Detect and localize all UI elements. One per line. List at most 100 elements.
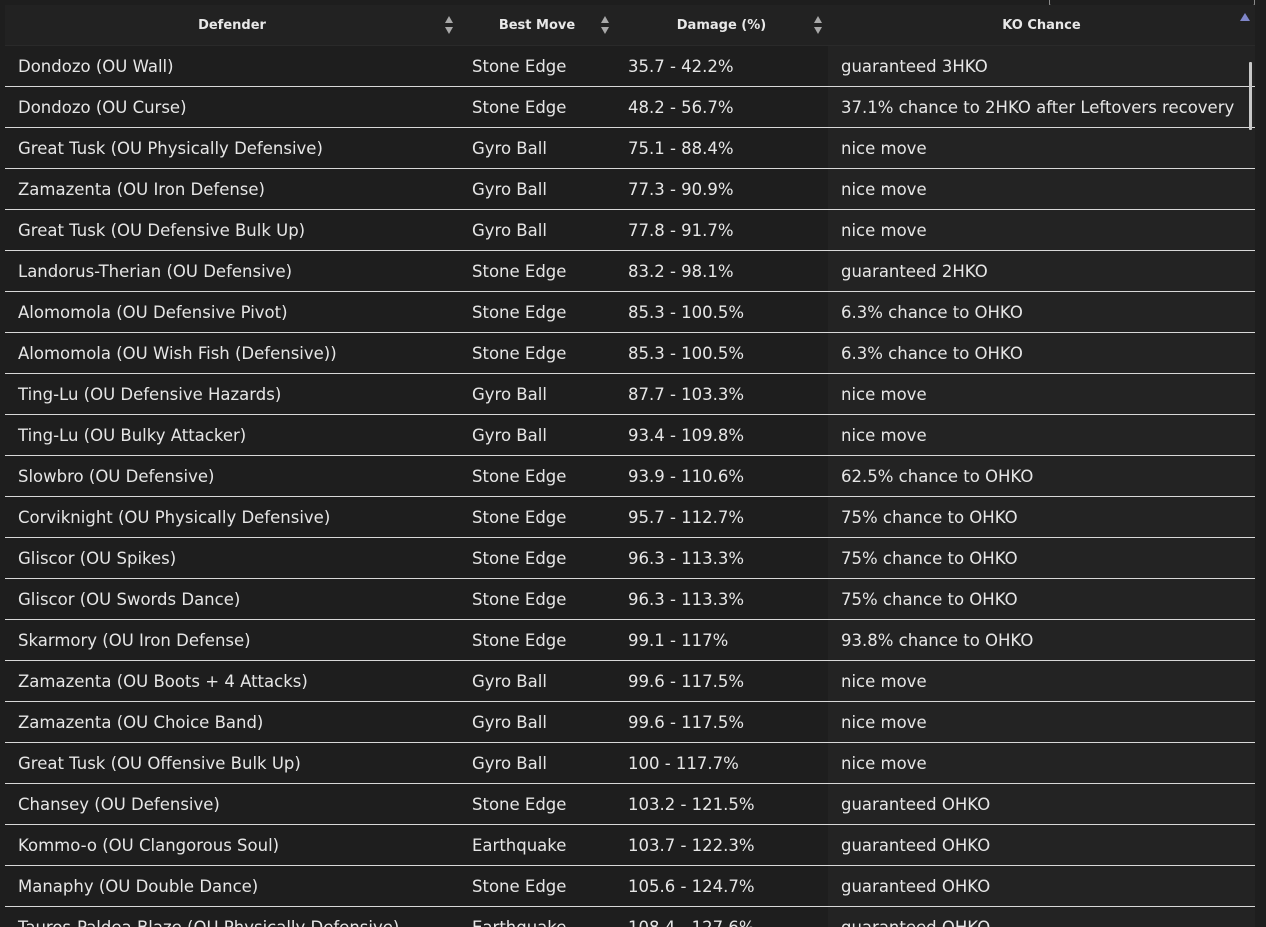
ko-chance-cell: nice move	[828, 373, 1255, 415]
ko-chance-cell: nice move	[828, 209, 1255, 251]
ko-chance-cell: 62.5% chance to OHKO	[828, 455, 1255, 497]
table-row: Tauros-Paldea-Blaze (OU Physically Defen…	[5, 906, 1255, 927]
ko-chance-cell: 75% chance to OHKO	[828, 496, 1255, 538]
defender-cell: Landorus-Therian (OU Defensive)	[5, 250, 459, 292]
ko-chance-cell: nice move	[828, 414, 1255, 456]
ko-chance-cell: guaranteed OHKO	[828, 906, 1255, 927]
best-move-cell: Stone Edge	[459, 865, 615, 907]
table-row: Corviknight (OU Physically Defensive) Sto…	[5, 496, 1255, 538]
defender-cell: Manaphy (OU Double Dance)	[5, 865, 459, 907]
table-row: Kommo-o (OU Clangorous Soul) Earthquake 10…	[5, 824, 1255, 866]
ko-chance-cell: 75% chance to OHKO	[828, 578, 1255, 620]
table-row: Gliscor (OU Swords Dance) Stone Edge 96.3 …	[5, 578, 1255, 620]
column-header-label: KO Chance	[1002, 17, 1081, 33]
damage-cell: 93.4 - 109.8%	[615, 414, 828, 456]
defender-cell: Alomomola (OU Wish Fish (Defensive))	[5, 332, 459, 374]
sort-asc-icon[interactable]	[1240, 13, 1250, 21]
table-row: Great Tusk (OU Physically Defensive) Gyro…	[5, 127, 1255, 169]
best-move-cell: Gyro Ball	[459, 660, 615, 702]
defender-cell: Ting-Lu (OU Bulky Attacker)	[5, 414, 459, 456]
header-row: Defender Best Move Damage (%) KO Chance	[5, 5, 1255, 46]
damage-cell: 85.3 - 100.5%	[615, 332, 828, 374]
ko-chance-cell: 6.3% chance to OHKO	[828, 291, 1255, 333]
best-move-cell: Gyro Ball	[459, 414, 615, 456]
table-row: Dondozo (OU Curse) Stone Edge 48.2 - 56.7%…	[5, 86, 1255, 128]
scrollbar-thumb[interactable]	[1249, 62, 1252, 130]
ko-chance-cell: 75% chance to OHKO	[828, 537, 1255, 579]
column-header-label: Damage (%)	[676, 17, 767, 33]
defender-cell: Great Tusk (OU Physically Defensive)	[5, 127, 459, 169]
damage-cell: 99.1 - 117%	[615, 619, 828, 661]
defender-cell: Great Tusk (OU Offensive Bulk Up)	[5, 742, 459, 784]
sort-both-icon[interactable]	[814, 16, 822, 34]
best-move-cell: Gyro Ball	[459, 127, 615, 169]
table-row: Dondozo (OU Wall) Stone Edge 35.7 - 42.2% g…	[5, 45, 1255, 87]
column-header-damage[interactable]: Damage (%)	[615, 5, 828, 46]
column-header-ko-chance[interactable]: KO Chance	[828, 5, 1255, 46]
best-move-cell: Stone Edge	[459, 250, 615, 292]
ko-chance-cell: nice move	[828, 127, 1255, 169]
best-move-cell: Gyro Ball	[459, 209, 615, 251]
column-header-label: Defender	[198, 17, 266, 33]
best-move-cell: Stone Edge	[459, 332, 615, 374]
best-move-cell: Stone Edge	[459, 455, 615, 497]
damage-cell: 35.7 - 42.2%	[615, 45, 828, 87]
defender-cell: Gliscor (OU Swords Dance)	[5, 578, 459, 620]
defender-cell: Dondozo (OU Curse)	[5, 86, 459, 128]
table-row: Zamazenta (OU Choice Band) Gyro Ball 99.6 …	[5, 701, 1255, 743]
calc-results-panel: Defender Best Move Damage (%) KO Chance …	[0, 0, 1266, 927]
ko-chance-cell: 6.3% chance to OHKO	[828, 332, 1255, 374]
column-header-defender[interactable]: Defender	[5, 5, 459, 46]
damage-cell: 100 - 117.7%	[615, 742, 828, 784]
defender-cell: Zamazenta (OU Iron Defense)	[5, 168, 459, 210]
defender-cell: Skarmory (OU Iron Defense)	[5, 619, 459, 661]
sort-both-icon[interactable]	[445, 16, 453, 34]
ko-chance-cell: nice move	[828, 742, 1255, 784]
best-move-cell: Stone Edge	[459, 45, 615, 87]
best-move-cell: Earthquake	[459, 906, 615, 927]
damage-cell: 103.7 - 122.3%	[615, 824, 828, 866]
damage-cell: 87.7 - 103.3%	[615, 373, 828, 415]
ko-chance-cell: guaranteed OHKO	[828, 865, 1255, 907]
defender-cell: Corviknight (OU Physically Defensive)	[5, 496, 459, 538]
best-move-cell: Gyro Ball	[459, 168, 615, 210]
damage-cell: 96.3 - 113.3%	[615, 537, 828, 579]
best-move-cell: Stone Edge	[459, 496, 615, 538]
column-header-label: Best Move	[498, 17, 576, 33]
table-row: Chansey (OU Defensive) Stone Edge 103.2 - …	[5, 783, 1255, 825]
table-row: Ting-Lu (OU Defensive Hazards) Gyro Ball 8…	[5, 373, 1255, 415]
ko-chance-cell: guaranteed 2HKO	[828, 250, 1255, 292]
defender-cell: Alomomola (OU Defensive Pivot)	[5, 291, 459, 333]
sort-both-icon[interactable]	[601, 16, 609, 34]
table-row: Alomomola (OU Wish Fish (Defensive)) Ston…	[5, 332, 1255, 374]
defender-cell: Ting-Lu (OU Defensive Hazards)	[5, 373, 459, 415]
defender-cell: Zamazenta (OU Boots + 4 Attacks)	[5, 660, 459, 702]
damage-cell: 93.9 - 110.6%	[615, 455, 828, 497]
damage-cell: 99.6 - 117.5%	[615, 660, 828, 702]
ko-chance-cell: 37.1% chance to 2HKO after Leftovers rec…	[828, 86, 1255, 128]
damage-cell: 96.3 - 113.3%	[615, 578, 828, 620]
table-row: Zamazenta (OU Boots + 4 Attacks) Gyro Bal…	[5, 660, 1255, 702]
table-row: Skarmory (OU Iron Defense) Stone Edge 99.1…	[5, 619, 1255, 661]
defender-cell: Chansey (OU Defensive)	[5, 783, 459, 825]
defender-cell: Tauros-Paldea-Blaze (OU Physically Defen…	[5, 906, 459, 927]
defender-cell: Slowbro (OU Defensive)	[5, 455, 459, 497]
ko-chance-cell: guaranteed OHKO	[828, 783, 1255, 825]
defender-cell: Great Tusk (OU Defensive Bulk Up)	[5, 209, 459, 251]
damage-cell: 95.7 - 112.7%	[615, 496, 828, 538]
defender-cell: Dondozo (OU Wall)	[5, 45, 459, 87]
damage-cell: 105.6 - 124.7%	[615, 865, 828, 907]
damage-cell: 77.3 - 90.9%	[615, 168, 828, 210]
ko-chance-cell: nice move	[828, 701, 1255, 743]
table-row: Slowbro (OU Defensive) Stone Edge 93.9 - 1…	[5, 455, 1255, 497]
best-move-cell: Gyro Ball	[459, 701, 615, 743]
table-row: Manaphy (OU Double Dance) Stone Edge 105.6…	[5, 865, 1255, 907]
defender-cell: Kommo-o (OU Clangorous Soul)	[5, 824, 459, 866]
damage-cell: 99.6 - 117.5%	[615, 701, 828, 743]
best-move-cell: Stone Edge	[459, 537, 615, 579]
ko-chance-cell: guaranteed 3HKO	[828, 45, 1255, 87]
best-move-cell: Stone Edge	[459, 783, 615, 825]
column-header-best-move[interactable]: Best Move	[459, 5, 615, 46]
table-row: Landorus-Therian (OU Defensive) Stone Edg…	[5, 250, 1255, 292]
best-move-cell: Gyro Ball	[459, 373, 615, 415]
